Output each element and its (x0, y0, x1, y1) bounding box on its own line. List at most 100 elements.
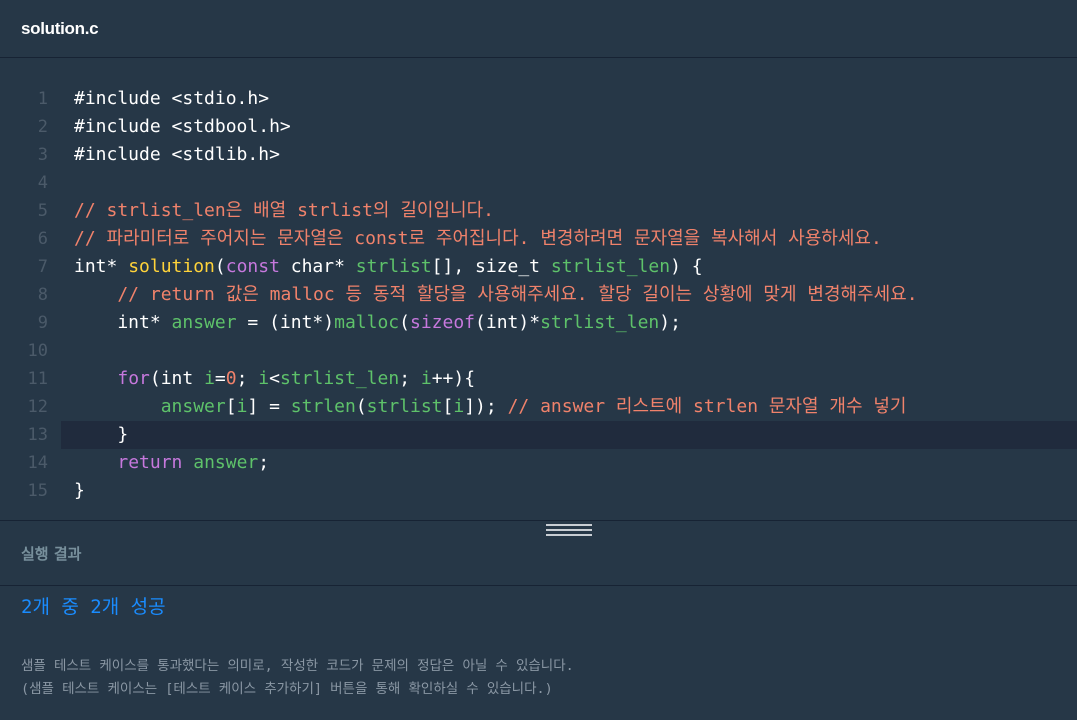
line-number: 14 (27, 453, 48, 473)
identifier: strlist (366, 396, 443, 417)
code-token: ( (399, 312, 410, 333)
line-number: 6 (37, 229, 48, 249)
code-token: [ (225, 396, 237, 417)
line-number: 13 (27, 425, 48, 445)
code-comment: // 파라미터로 주어지는 문자열은 const로 주어집니다. 변경하려면 문… (74, 228, 882, 249)
result-note: 샘플 테스트 케이스를 통과했다는 의미로, 작성한 코드가 문제의 정답은 아… (21, 655, 1056, 701)
code-line[interactable]: 11 for(int i=0; i<strlist_len; i++){ (0, 365, 1077, 393)
keyword: return (117, 452, 183, 473)
line-number: 5 (37, 201, 48, 221)
code-token: = (int*) (236, 312, 335, 333)
identifier: strlen (290, 396, 356, 417)
code-comment: // answer 리스트에 strlen 문자열 개수 넣기 (507, 396, 907, 417)
line-number: 11 (27, 369, 48, 389)
code-text: int* answer = (int*)malloc(sizeof(int)*s… (74, 309, 681, 337)
code-comment: // return 값은 malloc 등 동적 할당을 사용해주세요. 할당 … (74, 284, 918, 305)
code-line[interactable]: 15} (0, 477, 1077, 505)
code-line[interactable]: 7 int* solution(const char* strlist[], si… (0, 253, 1077, 281)
identifier: malloc (334, 312, 400, 333)
result-title: 실행 결과 (21, 544, 82, 563)
code-token: ; (399, 368, 421, 389)
code-text: #include <stdio.h> (74, 85, 269, 113)
code-text: answer[i] = strlen(strlist[i]); // answe… (74, 393, 907, 421)
file-tab[interactable]: solution.c (21, 19, 99, 39)
code-text: #include <stdbool.h> (74, 113, 291, 141)
code-line[interactable]: 3 #include <stdlib.h> (0, 141, 1077, 169)
code-line[interactable]: 1 #include <stdio.h> (0, 85, 1077, 113)
code-line[interactable]: 5 // strlist_len은 배열 strlist의 길이입니다. (0, 197, 1077, 225)
line-number: 3 (37, 145, 48, 165)
code-token: < (269, 368, 280, 389)
identifier: strlist_len (540, 312, 660, 333)
code-editor[interactable]: 1 #include <stdio.h> 2 #include <stdbool.h… (0, 58, 1077, 520)
code-token: int* (74, 256, 129, 277)
line-number: 9 (37, 313, 48, 333)
identifier: i (204, 368, 215, 389)
code-token: (int (149, 368, 205, 389)
keyword: for (117, 368, 150, 389)
code-token: [ (442, 396, 454, 417)
code-token: int* (74, 312, 172, 333)
code-text: } (74, 477, 85, 505)
identifier: strlist_len (550, 256, 671, 277)
code-token: (int)* (475, 312, 541, 333)
code-token: ; (258, 452, 270, 473)
line-number: 15 (27, 481, 48, 501)
identifier: strlist (355, 256, 432, 277)
result-header: 실행 결과 (0, 520, 1077, 586)
code-token: } (74, 480, 85, 501)
editor-tab-bar: solution.c (0, 0, 1077, 58)
code-token: ); (659, 312, 681, 333)
code-text: for(int i=0; i<strlist_len; i++){ (74, 365, 475, 393)
code-token: char* (279, 256, 356, 277)
function-name: solution (128, 256, 215, 277)
code-line[interactable]: 6 // 파라미터로 주어지는 문자열은 const로 주어집니다. 변경하려면 … (0, 225, 1077, 253)
code-line[interactable]: 2 #include <stdbool.h> (0, 113, 1077, 141)
line-number: 2 (37, 117, 48, 137)
code-text: return answer; (74, 449, 269, 477)
code-line[interactable]: 10 (0, 337, 1077, 365)
number-literal: 0 (225, 368, 237, 389)
line-number: 10 (27, 341, 48, 361)
line-number: 12 (27, 397, 48, 417)
code-token: ++){ (431, 368, 476, 389)
code-line[interactable]: 14 return answer; (0, 449, 1077, 477)
code-line[interactable]: 8 // return 값은 malloc 등 동적 할당을 사용해주세요. 할… (0, 281, 1077, 309)
code-token: ( (355, 396, 367, 417)
result-summary: 2개 중 2개 성공 (21, 596, 166, 618)
line-number: 7 (37, 257, 48, 277)
code-line[interactable]: 4 (0, 169, 1077, 197)
line-number: 1 (37, 89, 48, 109)
code-token: #include <stdio.h> (74, 88, 270, 109)
code-line[interactable]: 9 int* answer = (int*)malloc(sizeof(int)… (0, 309, 1077, 337)
line-number: 8 (37, 285, 48, 305)
keyword: sizeof (410, 312, 476, 333)
code-text: #include <stdlib.h> (74, 141, 280, 169)
code-comment: // strlist_len은 배열 strlist의 길이입니다. (74, 200, 494, 221)
code-token: #include <stdbool.h> (74, 116, 291, 137)
code-token: } (74, 424, 129, 445)
code-token: ] = (247, 396, 291, 417)
code-text: } (74, 421, 128, 449)
code-token: ) { (670, 256, 703, 277)
line-number: 4 (37, 173, 48, 193)
identifier: i (420, 368, 432, 389)
identifier: strlist_len (279, 368, 400, 389)
identifier: i (236, 396, 248, 417)
code-line-active[interactable]: 13 } (28, 421, 1077, 449)
code-token: #include <stdlib.h> (74, 144, 280, 165)
result-note-line: (샘플 테스트 케이스는 [테스트 케이스 추가하기] 버튼을 통해 확인하실 … (21, 681, 553, 697)
resize-handle-icon[interactable] (546, 524, 592, 536)
identifier: answer (171, 312, 237, 333)
code-text: int* solution(const char* strlist[], siz… (74, 253, 703, 281)
result-note-line: 샘플 테스트 케이스를 통과했다는 의미로, 작성한 코드가 문제의 정답은 아… (21, 658, 574, 674)
identifier: answer (193, 452, 259, 473)
code-token: ( (214, 256, 226, 277)
code-line[interactable]: 12 answer[i] = strlen(strlist[i]); // an… (0, 393, 1077, 421)
identifier: answer (160, 396, 226, 417)
identifier: i (453, 396, 465, 417)
identifier: i (258, 368, 270, 389)
